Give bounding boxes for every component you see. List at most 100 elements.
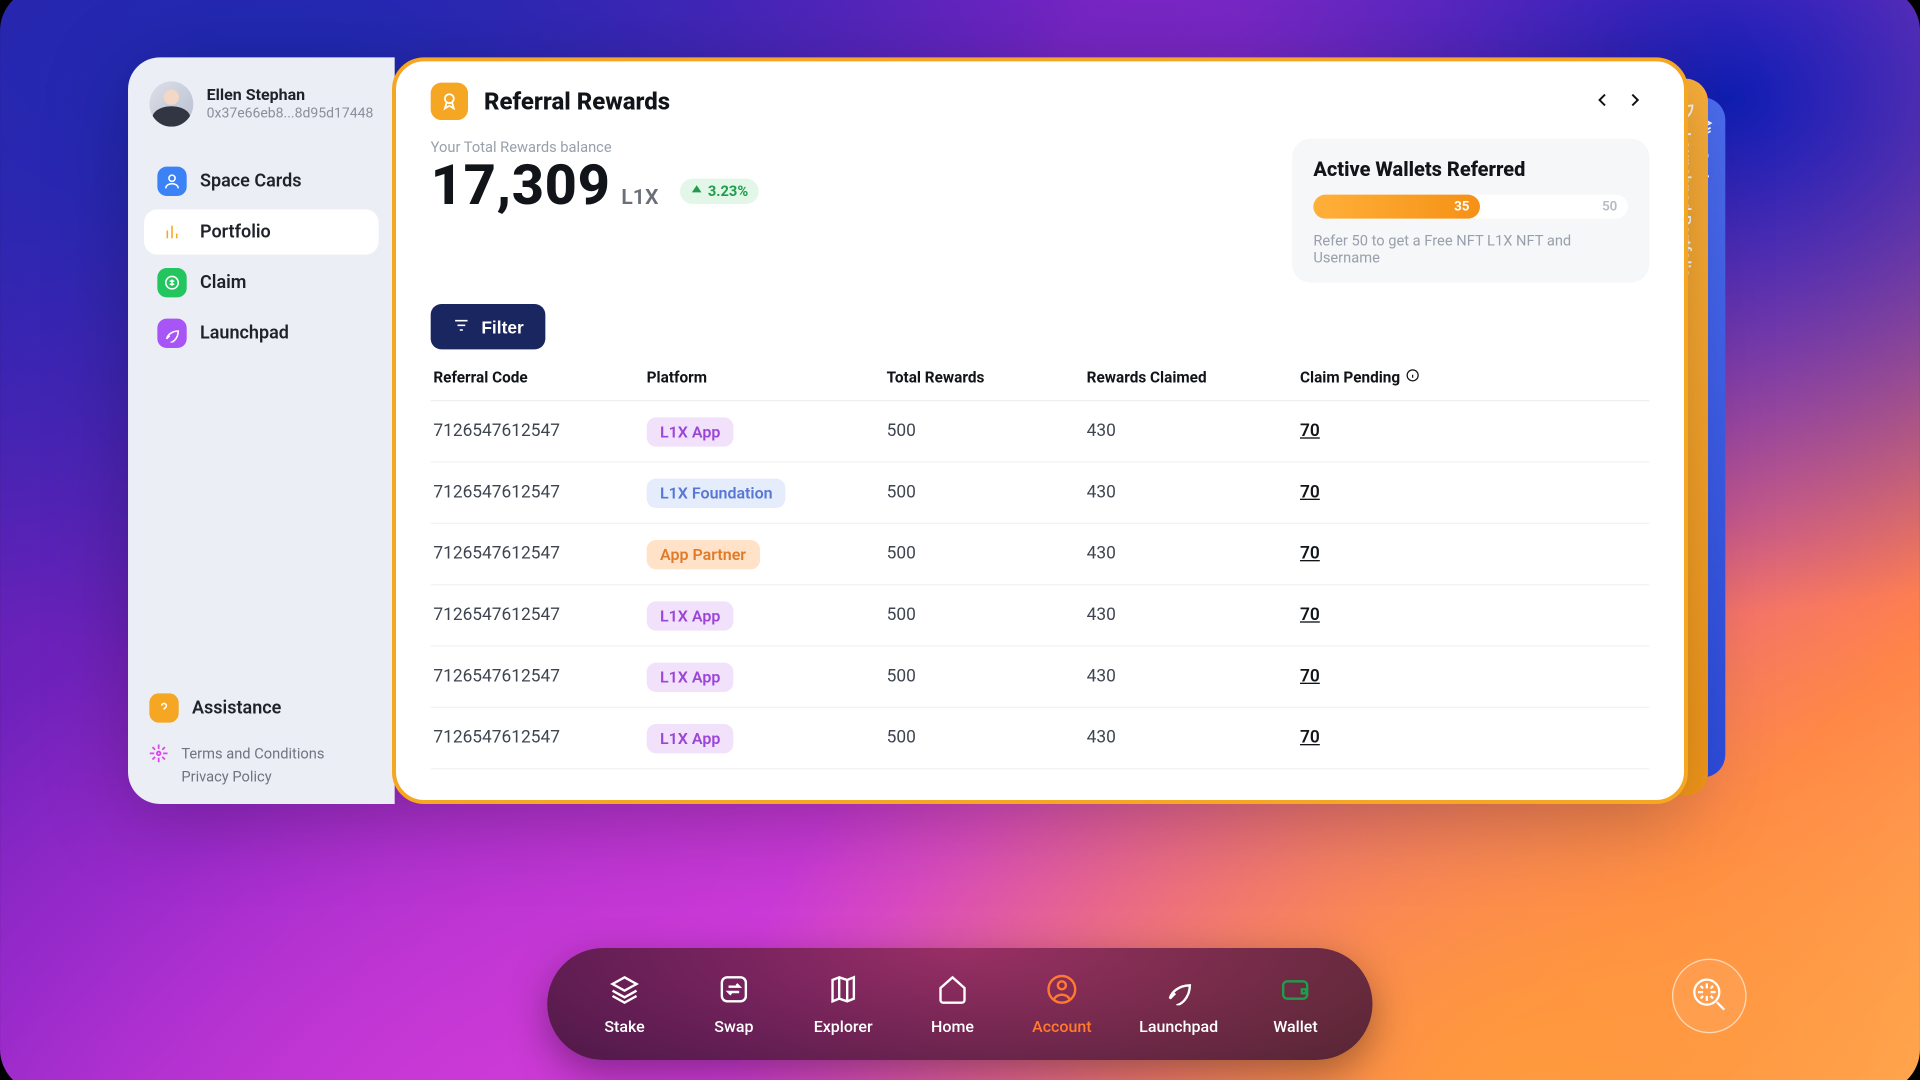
dock-item-wallet[interactable]: Wallet [1263,973,1327,1036]
cell-total: 500 [887,544,1087,564]
rewards-table: Referral Code Platform Total Rewards Rew… [431,368,1650,769]
sidebar-item-assistance[interactable]: Assistance [144,688,379,741]
referred-card: Active Wallets Referred 35 50 Refer 50 t… [1292,139,1649,283]
dock-item-swap[interactable]: Swap [702,973,766,1036]
dock-item-stake[interactable]: Stake [593,973,657,1036]
progress-fill: 35 [1313,195,1480,219]
cell-claimed: 430 [1087,728,1300,748]
dock-label: Launchpad [1139,1017,1218,1036]
info-icon[interactable] [1405,368,1420,387]
question-icon [149,693,178,722]
rocket-icon [157,319,186,348]
cell-code: 7126547612547 [433,483,646,503]
claim-pending-link[interactable]: 70 [1300,605,1320,625]
dock-label: Home [931,1017,974,1036]
swap-icon [718,973,750,1009]
dock-item-account[interactable]: Account [1030,973,1094,1036]
progress-bar: 35 50 [1313,195,1628,219]
home-icon [937,973,969,1009]
stack-icon [609,973,641,1009]
spark-search-icon [1689,974,1729,1018]
progress-current: 35 [1454,199,1469,214]
balance-value: 17,309 [431,153,611,218]
profile[interactable]: Ellen Stephan 0x37e66eb8...8d95d17448 [144,81,379,140]
cell-claimed: 430 [1087,421,1300,441]
cell-code: 7126547612547 [433,421,646,441]
platform-pill: L1X App [647,662,734,691]
cell-total: 500 [887,728,1087,748]
platform-pill: L1X Foundation [647,478,786,507]
dock-item-home[interactable]: Home [921,973,985,1036]
progress-max: 50 [1602,195,1617,219]
rocket-icon [1163,973,1195,1009]
sidebar-item-label: Portfolio [200,221,271,242]
cell-total: 500 [887,667,1087,687]
avatar [149,81,193,126]
sidebar-item-space-cards[interactable]: Space Cards [144,159,379,204]
next-button[interactable] [1620,87,1649,116]
chevron-right-icon [1625,90,1644,113]
legal-links: Terms and Conditions Privacy Policy [144,741,379,785]
logo-icon [147,741,171,765]
chevron-left-icon [1593,90,1612,113]
cell-claimed: 430 [1087,483,1300,503]
th-total: Total Rewards [887,368,1087,387]
referred-title: Active Wallets Referred [1313,157,1628,181]
referred-hint: Refer 50 to get a Free NFT L1X NFT and U… [1313,232,1628,267]
bottom-dock: Stake Swap Explorer Home Account Launchp… [547,948,1373,1060]
table-row: 7126547612547L1X App 50043070 [431,401,1650,462]
delta-badge: 3.23% [680,179,759,204]
dock-label: Account [1032,1017,1092,1036]
user-name: Ellen Stephan [207,87,374,105]
chart-icon [157,217,186,246]
table-row: 7126547612547L1X Foundation 50043070 [431,463,1650,524]
user-icon [157,167,186,196]
cell-claimed: 430 [1087,544,1300,564]
dock-item-launchpad[interactable]: Launchpad [1139,973,1218,1036]
platform-pill: L1X App [647,417,734,446]
filter-label: Filter [481,317,523,337]
content-panel: Referral Rewards [392,57,1688,804]
dock-label: Stake [604,1017,644,1036]
delta-value: 3.23% [708,183,748,200]
sidebar: Ellen Stephan 0x37e66eb8...8d95d17448 Sp… [128,57,395,804]
app-stage: Stake Launchpad Portfolio Ellen Stephan … [0,0,1920,1080]
claim-pending-link[interactable]: 70 [1300,667,1320,687]
sidebar-item-launchpad[interactable]: Launchpad [144,311,379,356]
sidebar-item-claim[interactable]: Claim [144,260,379,305]
page-title: Referral Rewards [484,87,670,115]
table-row: 7126547612547App Partner50043070 [431,524,1650,585]
claim-pending-link[interactable]: 70 [1300,483,1320,503]
search-fab[interactable] [1672,959,1747,1034]
claim-pending-link[interactable]: 70 [1300,544,1320,564]
cell-total: 500 [887,483,1087,503]
map-icon [827,973,859,1009]
coin-icon [157,268,186,297]
cell-code: 7126547612547 [433,667,646,687]
medal-icon [431,83,468,120]
cell-total: 500 [887,421,1087,441]
dock-item-explorer[interactable]: Explorer [811,973,875,1036]
wallet-icon [1279,973,1311,1009]
th-claimed: Rewards Claimed [1087,368,1300,387]
assistance-label: Assistance [192,697,281,718]
platform-pill: L1X App [647,601,734,630]
table-row: 7126547612547L1X App50043070 [431,585,1650,646]
cell-claimed: 430 [1087,605,1300,625]
dock-label: Swap [714,1017,753,1036]
claim-pending-link[interactable]: 70 [1300,728,1320,748]
th-code: Referral Code [433,368,646,387]
sidebar-item-portfolio[interactable]: Portfolio [144,209,379,254]
privacy-link[interactable]: Privacy Policy [181,768,271,785]
cell-total: 500 [887,605,1087,625]
platform-pill: App Partner [647,539,760,568]
prev-button[interactable] [1588,87,1617,116]
dock-label: Explorer [814,1017,873,1036]
filter-button[interactable]: Filter [431,304,545,349]
sidebar-item-label: Launchpad [200,323,289,344]
balance-unit: L1X [621,184,658,209]
sidebar-nav: Space Cards Portfolio Claim [144,159,379,356]
terms-link[interactable]: Terms and Conditions [181,745,324,762]
table-row: 7126547612547L1X App50043070 [431,708,1650,769]
claim-pending-link[interactable]: 70 [1300,421,1320,441]
